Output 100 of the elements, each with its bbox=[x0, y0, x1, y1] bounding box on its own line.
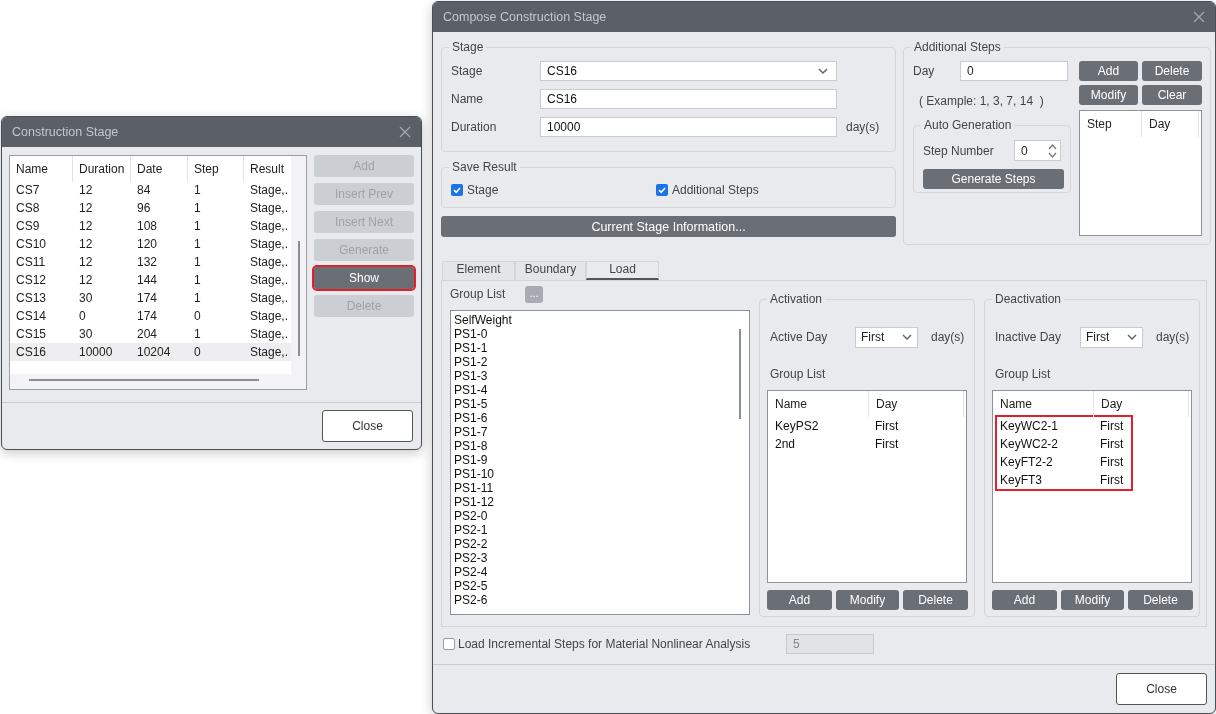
command-button[interactable]: Clear bbox=[1142, 85, 1202, 105]
column-header[interactable]: Step bbox=[187, 156, 243, 182]
table-row[interactable]: CS11 12 132 1 Stage,. bbox=[10, 253, 291, 271]
list-item[interactable]: PS1-11 bbox=[454, 481, 732, 495]
command-button[interactable]: Modify bbox=[836, 590, 899, 610]
command-button[interactable]: Add bbox=[1079, 61, 1138, 81]
table-cell-text: CS12 bbox=[16, 273, 48, 287]
list-item[interactable]: PS1-4 bbox=[454, 383, 732, 397]
tab[interactable]: Load bbox=[586, 261, 659, 280]
table-row[interactable]: CS8 12 96 1 Stage,. bbox=[10, 199, 291, 217]
spinner-arrows-icon[interactable] bbox=[1048, 142, 1057, 159]
input-field[interactable]: CS16 bbox=[540, 89, 837, 109]
list-item[interactable]: PS1-10 bbox=[454, 467, 732, 481]
column-header[interactable]: Duration bbox=[72, 156, 130, 182]
group-title: Deactivation bbox=[992, 292, 1065, 306]
list-item[interactable]: PS1-5 bbox=[454, 397, 732, 411]
command-button[interactable]: Add bbox=[767, 590, 832, 610]
command-button[interactable]: Add bbox=[992, 590, 1057, 610]
table-cell-text: 10000 bbox=[78, 345, 114, 359]
group-title: Activation bbox=[767, 292, 826, 306]
command-button[interactable]: Delete bbox=[903, 590, 968, 610]
table-cell-text: 144 bbox=[136, 273, 159, 287]
list-item[interactable]: PS1-7 bbox=[454, 425, 732, 439]
table-cell-text: Stage,. bbox=[249, 255, 290, 269]
list-item[interactable]: PS1-3 bbox=[454, 369, 732, 383]
list-item[interactable]: PS1-12 bbox=[454, 495, 732, 509]
field-label: Active Day bbox=[770, 330, 829, 344]
table-cell-text: 12 bbox=[78, 237, 94, 251]
list-item[interactable]: PS2-6 bbox=[454, 593, 732, 607]
table-cell-text: First bbox=[875, 419, 900, 433]
column-header[interactable]: Step bbox=[1080, 111, 1141, 137]
input-field[interactable]: 10000 bbox=[540, 117, 837, 137]
table-cell-text: CS9 bbox=[16, 219, 41, 233]
input-field[interactable]: 0 bbox=[960, 61, 1068, 81]
checkbox-label[interactable]: Stage bbox=[467, 182, 499, 197]
close-icon[interactable] bbox=[1193, 11, 1205, 23]
generate-button[interactable]: Generate Steps bbox=[923, 169, 1064, 189]
column-header[interactable]: Name bbox=[768, 391, 868, 417]
list-label: Group List bbox=[450, 287, 507, 301]
checkbox[interactable] bbox=[451, 183, 463, 196]
column-header[interactable]: Date bbox=[130, 156, 187, 182]
close-button[interactable]: Close bbox=[1116, 673, 1207, 705]
command-button[interactable]: Delete bbox=[1142, 61, 1202, 81]
list-item[interactable]: PS2-0 bbox=[454, 509, 732, 523]
table-row[interactable]: CS10 12 120 1 Stage,. bbox=[10, 235, 291, 253]
list-item[interactable]: PS1-8 bbox=[454, 439, 732, 453]
command-button[interactable]: Delete bbox=[1128, 590, 1193, 610]
chevron-down-icon bbox=[1127, 334, 1137, 340]
scrollbar-thumb[interactable] bbox=[29, 379, 259, 381]
tab[interactable]: Element bbox=[442, 261, 515, 280]
close-icon[interactable] bbox=[399, 126, 411, 138]
table-cell-text: 0 bbox=[78, 309, 87, 323]
column-header[interactable]: Day bbox=[1141, 111, 1199, 137]
list-item[interactable]: PS2-1 bbox=[454, 523, 732, 537]
tab[interactable]: Boundary bbox=[515, 261, 586, 280]
list-item[interactable]: PS1-0 bbox=[454, 327, 732, 341]
table-cell-text: CS11 bbox=[16, 255, 47, 269]
table-row[interactable]: CS13 30 174 1 Stage,. bbox=[10, 289, 291, 307]
number-spinner[interactable]: 0 bbox=[1014, 140, 1061, 161]
field-label: Step Number bbox=[923, 143, 995, 158]
table-cell-text: CS8 bbox=[16, 201, 41, 215]
column-header[interactable]: Day bbox=[868, 391, 964, 417]
list-item[interactable]: PS1-9 bbox=[454, 453, 732, 467]
list-item[interactable]: PS1-2 bbox=[454, 355, 732, 369]
column-header[interactable]: Day bbox=[1093, 391, 1189, 417]
command-button[interactable]: Modify bbox=[1061, 590, 1124, 610]
table-row[interactable]: CS15 30 204 1 Stage,. bbox=[10, 325, 291, 343]
table-cell-text: 10204 bbox=[136, 345, 172, 359]
list-item[interactable]: PS2-2 bbox=[454, 537, 732, 551]
list-item[interactable]: PS2-5 bbox=[454, 579, 732, 593]
info-button[interactable]: Current Stage Information... bbox=[441, 216, 896, 237]
list-item[interactable]: PS1-6 bbox=[454, 411, 732, 425]
column-header[interactable]: Result bbox=[243, 156, 291, 182]
table-row[interactable]: CS9 12 108 1 Stage,. bbox=[10, 217, 291, 235]
table-row[interactable]: CS16 10000 10204 0 Stage,. bbox=[10, 343, 291, 361]
list-item[interactable]: PS2-4 bbox=[454, 565, 732, 579]
column-header[interactable]: Name bbox=[993, 391, 1093, 417]
checkbox[interactable] bbox=[656, 183, 668, 196]
table-cell-text: Stage,. bbox=[249, 273, 290, 287]
scrollbar-thumb[interactable] bbox=[739, 329, 741, 419]
scrollbar-thumb[interactable] bbox=[298, 241, 300, 356]
column-header[interactable]: Name bbox=[16, 156, 72, 182]
command-button[interactable]: Modify bbox=[1079, 85, 1138, 105]
command-button[interactable]: Show bbox=[314, 267, 414, 289]
stage-dropdown[interactable]: CS16 bbox=[540, 61, 837, 81]
field-label: Duration bbox=[451, 120, 498, 134]
day-dropdown[interactable]: First bbox=[1080, 326, 1143, 348]
day-dropdown[interactable]: First bbox=[855, 326, 918, 348]
table-cell-text: Stage,. bbox=[249, 309, 290, 323]
table-cell-text: First bbox=[1100, 419, 1125, 433]
list-item[interactable]: PS1-1 bbox=[454, 341, 732, 355]
list-item[interactable]: PS2-3 bbox=[454, 551, 732, 565]
table-row[interactable]: CS7 12 84 1 Stage,. bbox=[10, 181, 291, 199]
table-row[interactable]: CS14 0 174 0 Stage,. bbox=[10, 307, 291, 325]
list-item[interactable]: SelfWeight bbox=[454, 313, 732, 327]
close-button[interactable]: Close bbox=[322, 410, 413, 442]
checkbox-label[interactable]: Additional Steps bbox=[672, 182, 759, 197]
table-cell-text: 30 bbox=[78, 291, 94, 305]
table-row[interactable]: CS12 12 144 1 Stage,. bbox=[10, 271, 291, 289]
table-cell-text: KeyPS2 bbox=[775, 419, 820, 433]
